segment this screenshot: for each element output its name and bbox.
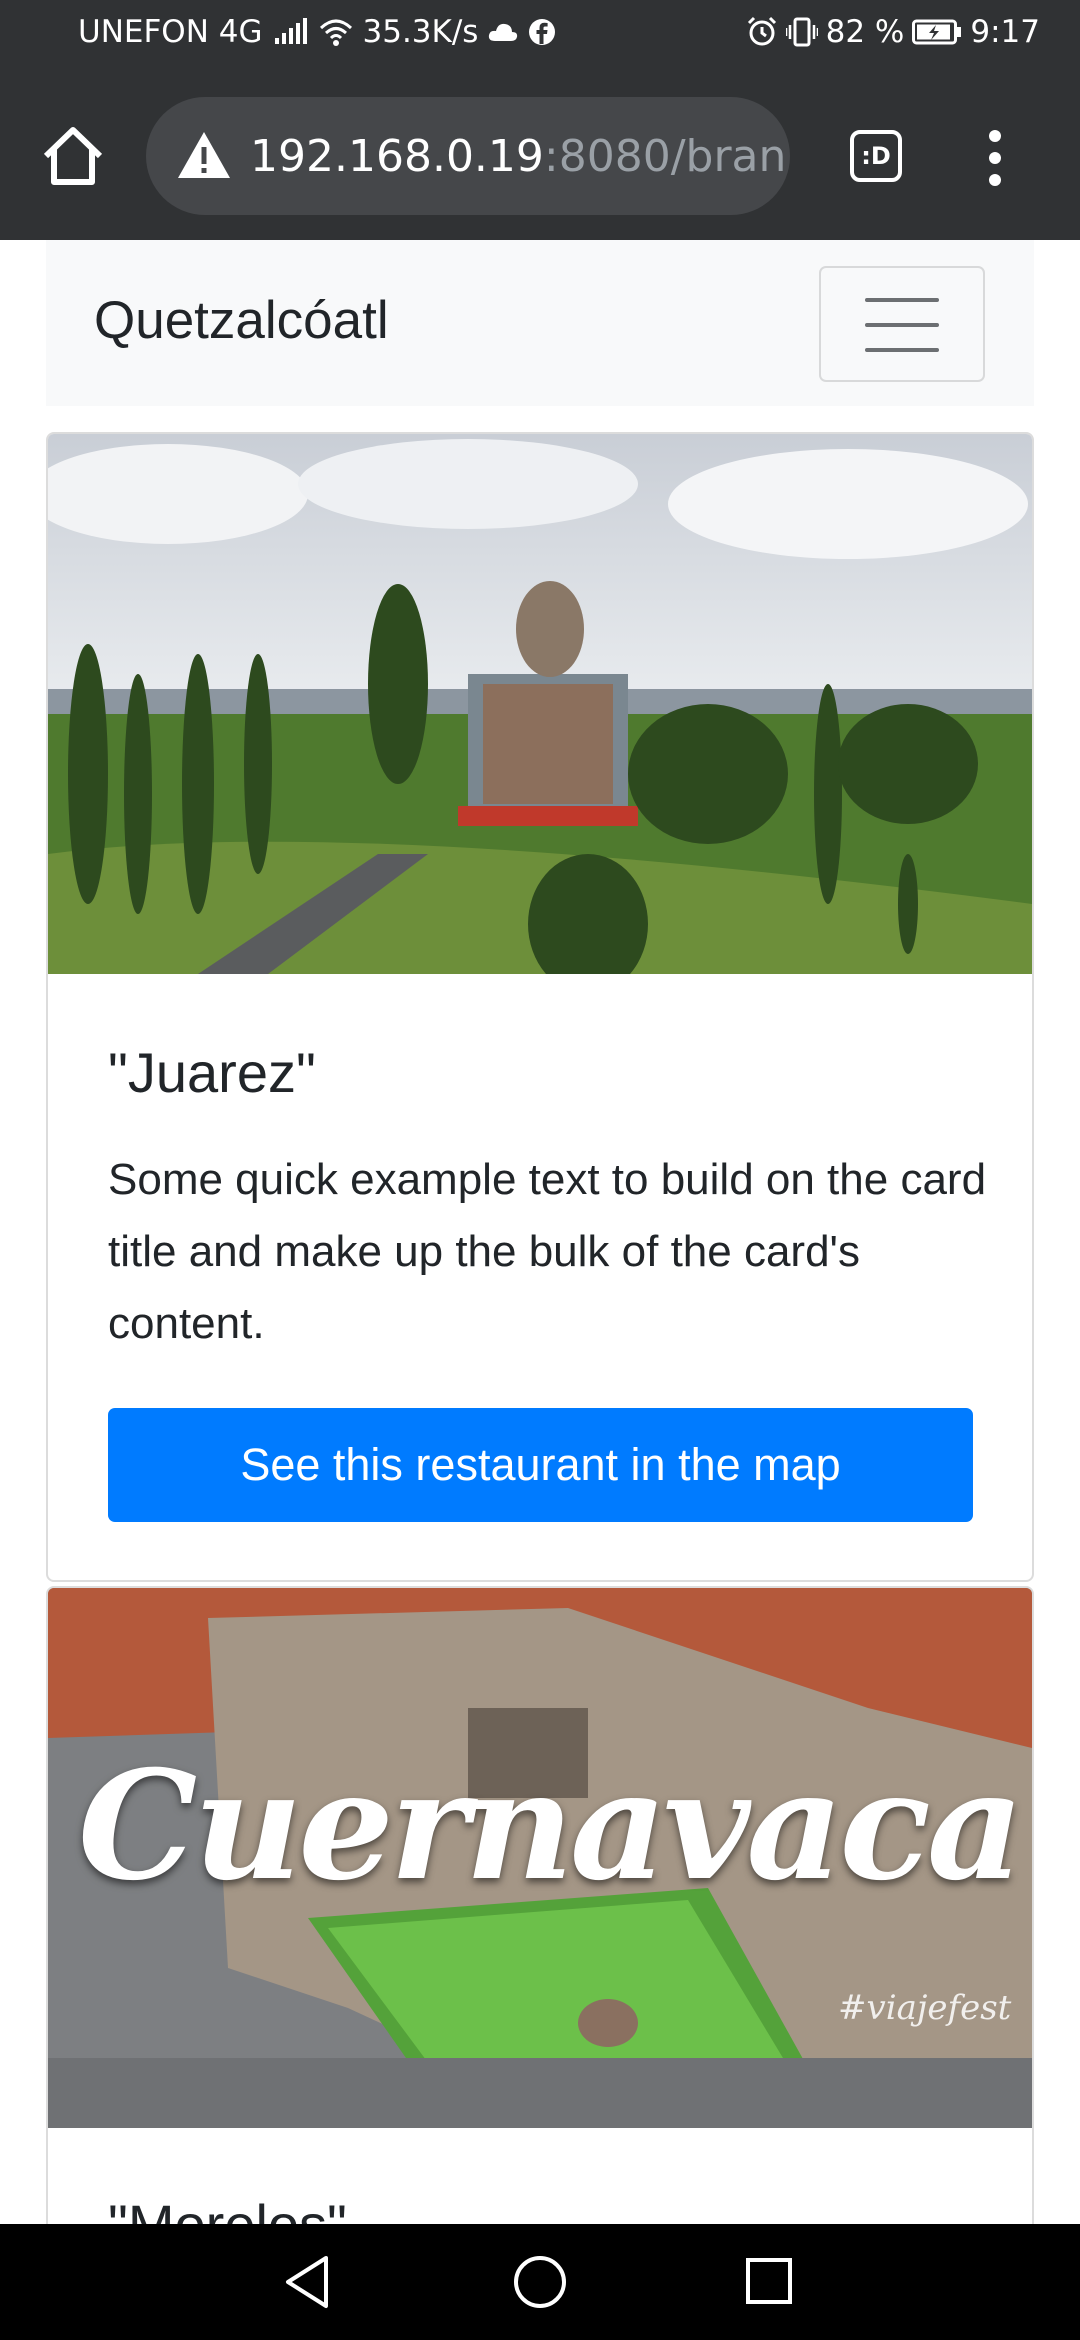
home-icon[interactable] [38, 122, 108, 192]
url-text[interactable]: 192.168.0.19:8080/bran [250, 131, 786, 182]
card-image [48, 434, 1032, 974]
carrier-label: UNEFON 4G [78, 14, 263, 50]
more-vert-icon[interactable] [975, 126, 1015, 190]
alarm-icon [746, 16, 778, 48]
vibrate-icon [785, 16, 818, 48]
browser-toolbar: 192.168.0.19:8080/bran :D [0, 72, 1080, 240]
battery-percent: 82 % [825, 14, 905, 50]
clock: 9:17 [970, 14, 1040, 50]
recents-icon[interactable] [744, 2256, 794, 2306]
hamburger-line [865, 323, 939, 327]
image-watermark: #viajefest [838, 1988, 1012, 2028]
cloud-icon [488, 21, 518, 43]
facebook-icon [528, 18, 556, 46]
hamburger-line [865, 348, 939, 352]
site-navbar: Quetzalcóatl [46, 240, 1034, 406]
tabs-label: :D [861, 142, 891, 170]
back-icon[interactable] [282, 2254, 332, 2310]
status-bar: UNEFON 4G 35.3K/s 82 % 9:17 [0, 0, 1080, 72]
card-image: Cuernavaca #viajefest [48, 1588, 1032, 2128]
view-on-map-button[interactable]: See this restaurant in the map [108, 1408, 973, 1522]
tabs-button[interactable]: :D [850, 130, 902, 182]
card-title: "Juarez" [108, 1041, 316, 1104]
network-speed: 35.3K/s [362, 14, 479, 50]
battery-icon [912, 19, 962, 45]
image-caption: Cuernavaca [78, 1738, 1024, 1914]
navbar-toggler[interactable] [819, 266, 985, 382]
card-text: Some quick example text to build on the … [108, 1155, 987, 1348]
system-nav-bar [0, 2224, 1080, 2340]
wifi-icon [319, 18, 353, 46]
address-bar[interactable]: 192.168.0.19:8080/bran [146, 97, 790, 215]
url-path: :8080/bran [543, 130, 787, 182]
warning-icon[interactable] [176, 128, 232, 184]
restaurant-card: "Juarez" Some quick example text to buil… [46, 432, 1034, 1582]
url-host: 192.168.0.19 [250, 130, 544, 182]
signal-icon [273, 18, 309, 46]
home-circle-icon[interactable] [512, 2254, 568, 2310]
restaurant-card: Cuernavaca #viajefest "Morelos" [46, 1586, 1034, 2286]
hamburger-line [865, 298, 939, 302]
navbar-brand[interactable]: Quetzalcóatl [94, 290, 389, 351]
